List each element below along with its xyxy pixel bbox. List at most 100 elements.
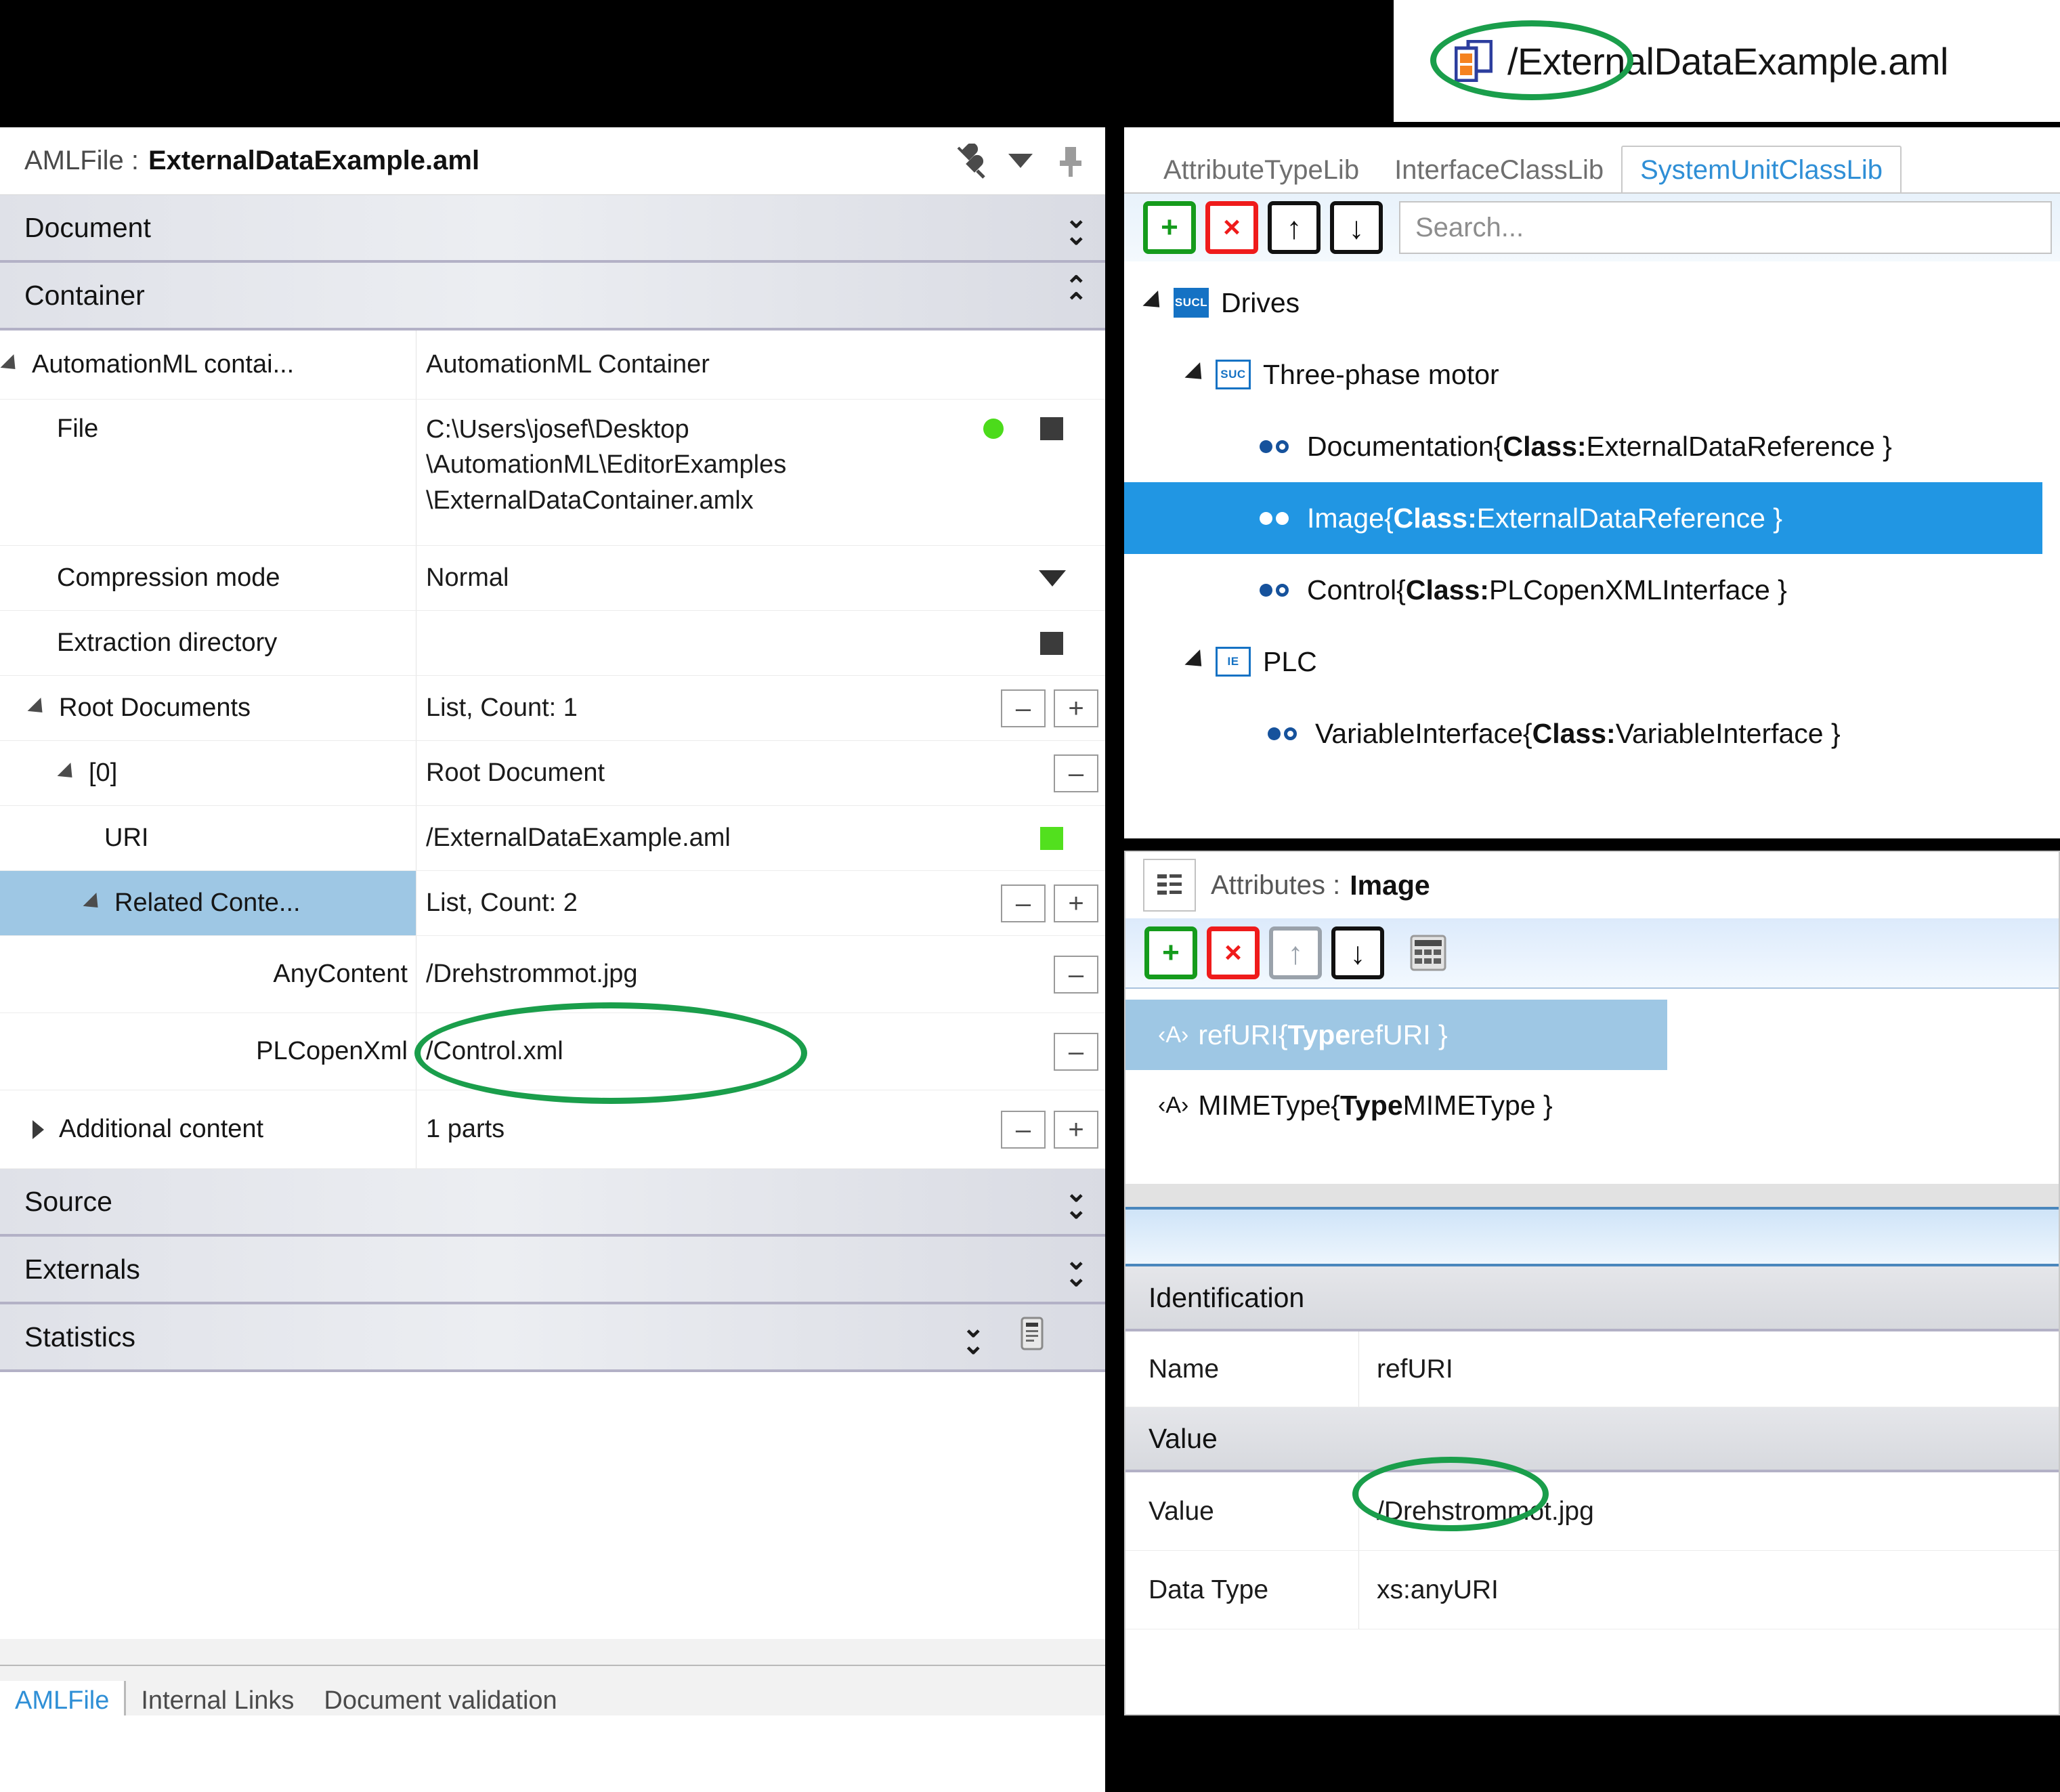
chevron-double-down-icon[interactable]: ⌄ ⌄: [1065, 1179, 1088, 1222]
grid-icon[interactable]: [1402, 926, 1455, 979]
delete-attribute-button[interactable]: ×: [1207, 926, 1260, 979]
row-value: Normal: [426, 563, 509, 593]
group-header-externals[interactable]: Externals ⌄ ⌄: [0, 1237, 1105, 1304]
tab-document-validation[interactable]: Document validation: [309, 1681, 572, 1715]
remove-item-button[interactable]: –: [1001, 1110, 1046, 1149]
move-up-button[interactable]: ↑: [1268, 201, 1321, 254]
tab-amlfile[interactable]: AMLFile: [0, 1681, 127, 1715]
tree-item-brace-open: {: [1383, 502, 1394, 534]
remove-item-button[interactable]: –: [1001, 884, 1046, 922]
table-row[interactable]: AnyContent /Drehstrommot.jpg –: [0, 936, 1105, 1013]
table-row[interactable]: AutomationML contai... AutomationML Cont…: [0, 330, 1105, 400]
row-value-cell[interactable]: 1 parts – +: [416, 1090, 1105, 1168]
move-up-button[interactable]: ↑: [1269, 926, 1322, 979]
table-row[interactable]: Related Conte... List, Count: 2 – +: [0, 871, 1105, 936]
remove-item-button[interactable]: –: [1054, 1032, 1098, 1071]
row-name: Extraction directory: [57, 628, 278, 657]
twisty-expanded-icon[interactable]: [1184, 362, 1209, 387]
table-row[interactable]: Root Documents List, Count: 1 – +: [0, 676, 1105, 741]
row-name-cell: Additional content: [0, 1090, 416, 1168]
disconnect-plug-icon[interactable]: [945, 136, 995, 186]
tab-systemunitclasslib[interactable]: SystemUnitClassLib: [1621, 146, 1902, 192]
tree-item-documentation[interactable]: Documentation { Class: ExternalDataRefer…: [1124, 410, 2060, 482]
row-value-cell[interactable]: /ExternalDataExample.aml: [416, 806, 1105, 870]
field-value[interactable]: refURI: [1359, 1331, 2059, 1407]
table-row[interactable]: PLCopenXml /Control.xml –: [0, 1013, 1105, 1090]
row-value: /Control.xml: [426, 1037, 563, 1066]
pin-icon[interactable]: [1046, 136, 1096, 186]
table-row[interactable]: Value /Drehstrommot.jpg: [1125, 1472, 2059, 1551]
dropdown-caret-icon[interactable]: [1039, 570, 1066, 586]
remove-item-button[interactable]: –: [1054, 754, 1098, 792]
row-value-cell[interactable]: AutomationML Container: [416, 330, 1105, 399]
tab-attributetypelib[interactable]: AttributeTypeLib: [1146, 147, 1377, 192]
tab-internal-links[interactable]: Internal Links: [126, 1681, 309, 1715]
tree-item-control[interactable]: Control { Class: PLCopenXMLInterface }: [1124, 554, 2060, 626]
twisty-expanded-icon[interactable]: [1142, 290, 1167, 316]
chevron-down-icon[interactable]: [995, 136, 1046, 186]
attributes-list-icon[interactable]: [1143, 859, 1196, 912]
attribute-row-refuri[interactable]: ‹A› refURI { Type refURI }: [1125, 1000, 1667, 1070]
twisty-expanded-icon[interactable]: [27, 697, 49, 719]
value-row-value[interactable]: /Drehstrommot.jpg: [1359, 1472, 2059, 1550]
add-attribute-button[interactable]: +: [1144, 926, 1197, 979]
tree-item-variableinterface[interactable]: VariableInterface { Class: VariableInter…: [1124, 698, 2060, 769]
tree-item-drives[interactable]: SUCL Drives: [1124, 267, 2060, 339]
table-row[interactable]: Name refURI: [1125, 1331, 2059, 1407]
row-value-cell[interactable]: Normal: [416, 546, 1105, 610]
row-value-cell[interactable]: List, Count: 1 – +: [416, 676, 1105, 740]
row-value-cell[interactable]: [416, 611, 1105, 675]
move-down-button[interactable]: ↓: [1330, 201, 1383, 254]
browse-button[interactable]: [1040, 631, 1063, 655]
twisty-expanded-icon[interactable]: [83, 892, 105, 914]
splitter-bar[interactable]: [1125, 1184, 2059, 1207]
twisty-expanded-icon[interactable]: [57, 762, 79, 784]
row-value-cell[interactable]: Root Document –: [416, 741, 1105, 805]
tab-interfaceclasslib[interactable]: InterfaceClassLib: [1377, 147, 1621, 192]
row-value-cell[interactable]: C:\Users\josef\Desktop \AutomationML\Edi…: [416, 400, 1105, 545]
table-row[interactable]: File C:\Users\josef\Desktop \AutomationM…: [0, 400, 1105, 546]
section-header-identification[interactable]: Identification: [1125, 1266, 2059, 1331]
table-row[interactable]: [0] Root Document –: [0, 741, 1105, 806]
search-input[interactable]: Search...: [1399, 201, 2052, 254]
field-value[interactable]: xs:anyURI: [1359, 1551, 2059, 1629]
group-header-document[interactable]: Document ⌄ ⌄: [0, 195, 1105, 263]
chevron-double-down-icon[interactable]: ⌄ ⌄: [962, 1315, 985, 1358]
remove-item-button[interactable]: –: [1054, 955, 1098, 994]
add-item-button[interactable]: +: [1054, 1110, 1098, 1149]
delete-class-button[interactable]: ×: [1205, 201, 1258, 254]
twisty-collapsed-icon[interactable]: [33, 1119, 44, 1139]
report-icon[interactable]: [1020, 1317, 1044, 1357]
move-down-button[interactable]: ↓: [1331, 926, 1384, 979]
table-row[interactable]: Additional content 1 parts – +: [0, 1090, 1105, 1169]
table-row[interactable]: Compression mode Normal: [0, 546, 1105, 611]
row-value-cell-anycontent[interactable]: /Drehstrommot.jpg –: [416, 936, 1105, 1012]
group-header-statistics[interactable]: Statistics ⌄ ⌄: [0, 1304, 1105, 1372]
add-class-button[interactable]: +: [1143, 201, 1196, 254]
row-name-cell: Extraction directory: [0, 611, 416, 675]
add-item-button[interactable]: +: [1054, 884, 1098, 922]
add-item-button[interactable]: +: [1054, 689, 1098, 727]
left-panel-title-file: ExternalDataExample.aml: [148, 146, 480, 175]
table-row[interactable]: Data Type xs:anyURI: [1125, 1551, 2059, 1629]
twisty-expanded-icon[interactable]: [0, 354, 22, 376]
chevron-double-down-icon[interactable]: ⌄ ⌄: [1065, 1247, 1088, 1290]
browse-button[interactable]: [1040, 417, 1063, 440]
attribute-row-mimetype[interactable]: ‹A› MIMEType { Type MIMEType }: [1125, 1070, 2059, 1140]
table-row[interactable]: URI /ExternalDataExample.aml: [0, 806, 1105, 871]
tree-item-image[interactable]: Image { Class: ExternalDataReference }: [1124, 482, 2042, 554]
tree-item-three-phase-motor[interactable]: SUC Three-phase motor: [1124, 339, 2060, 410]
remove-item-button[interactable]: –: [1001, 689, 1046, 727]
twisty-expanded-icon[interactable]: [1184, 649, 1209, 675]
tree-item-plc[interactable]: IE PLC: [1124, 626, 2060, 698]
tree-item-class-key: Class:: [1405, 574, 1489, 605]
tree-item-label: Control: [1307, 574, 1397, 605]
chevron-double-up-icon[interactable]: ⌃ ⌃: [1065, 273, 1088, 316]
table-row[interactable]: Extraction directory: [0, 611, 1105, 676]
group-header-source[interactable]: Source ⌄ ⌄: [0, 1169, 1105, 1237]
row-value-cell[interactable]: /Control.xml –: [416, 1013, 1105, 1090]
chevron-double-down-icon[interactable]: ⌄ ⌄: [1065, 205, 1088, 249]
group-header-container[interactable]: Container ⌃ ⌃: [0, 263, 1105, 330]
section-header-value[interactable]: Value: [1125, 1407, 2059, 1472]
row-value-cell[interactable]: List, Count: 2 – +: [416, 871, 1105, 935]
